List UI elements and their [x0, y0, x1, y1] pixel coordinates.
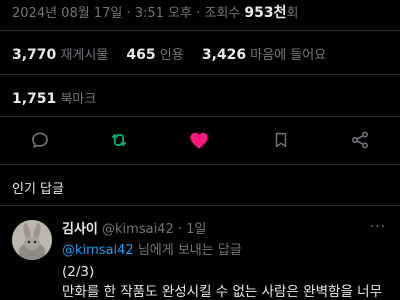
avatar[interactable]: [12, 220, 52, 260]
divider: [0, 205, 400, 206]
reposts-label: 재게시물: [60, 48, 109, 63]
reply-icon: [32, 132, 48, 148]
bookmarks-count: 1,751: [12, 91, 57, 107]
reply-line: (2/3): [62, 264, 95, 280]
post-meta: 2024년 08월 17일 · 3:51 오후 · 조회수 953천회: [12, 2, 298, 22]
author-name[interactable]: 김사이: [62, 222, 98, 237]
avatar-image: [12, 220, 52, 260]
quotes-stat[interactable]: 465 인용: [126, 47, 187, 63]
share-icon: [352, 131, 368, 149]
divider: [0, 164, 400, 165]
like-button[interactable]: [187, 128, 211, 152]
bookmark-button[interactable]: [269, 128, 293, 152]
more-options-button[interactable]: ···: [368, 219, 388, 235]
mention-link[interactable]: @kimsai42: [62, 243, 134, 258]
reply-time[interactable]: 1일: [186, 222, 206, 237]
reply-button[interactable]: [28, 128, 52, 152]
replying-to-label: 님에게 보내는 답글: [133, 243, 242, 258]
post-timestamp[interactable]: 2024년 08월 17일 · 3:51 오후: [12, 6, 192, 21]
bookmarks-label: 북마크: [60, 92, 97, 107]
action-bar: [0, 124, 400, 156]
author-handle[interactable]: @kimsai42: [102, 222, 174, 237]
replying-to: @kimsai42 님에게 보내는 답글: [62, 239, 242, 258]
reposts-count: 3,770: [12, 47, 57, 63]
engagement-stats: 3,770 재게시물 465 인용 3,426 마음에 들어요: [12, 44, 340, 63]
reply-header: 김사이 @kimsai42 · 1일: [62, 218, 206, 237]
likes-stat[interactable]: 3,426 마음에 들어요: [201, 47, 327, 63]
reposts-stat[interactable]: 3,770 재게시물: [12, 47, 112, 63]
bookmark-icon: [275, 132, 287, 148]
likes-label: 마음에 들어요: [250, 48, 327, 63]
reply-post[interactable]: 김사이 @kimsai42 · 1일 ··· @kimsai42 님에게 보내는…: [0, 212, 400, 300]
quotes-count: 465: [126, 47, 156, 63]
header-separator: ·: [177, 222, 183, 237]
top-replies-title[interactable]: 인기 답글: [12, 178, 64, 197]
views-unit: 회: [286, 6, 299, 21]
heart-icon: [190, 132, 208, 149]
repost-icon: [111, 134, 127, 146]
divider: [0, 30, 400, 31]
quotes-label: 인용: [159, 48, 184, 63]
views-count: 953천: [244, 5, 287, 21]
divider: [0, 74, 400, 75]
views-label: 조회수: [204, 6, 241, 21]
repost-button[interactable]: [107, 128, 131, 152]
bookmarks-stat: 1,751 북마크: [12, 88, 96, 107]
share-button[interactable]: [348, 128, 372, 152]
likes-count: 3,426: [201, 47, 247, 63]
divider: [0, 116, 400, 117]
reply-body: (2/3) 만화를 한 작품도 완성시킬 수 없는 사람은 완벽함을 너무: [62, 262, 382, 300]
reply-line: 만화를 한 작품도 완성시킬 수 없는 사람은 완벽함을 너무: [62, 284, 382, 300]
